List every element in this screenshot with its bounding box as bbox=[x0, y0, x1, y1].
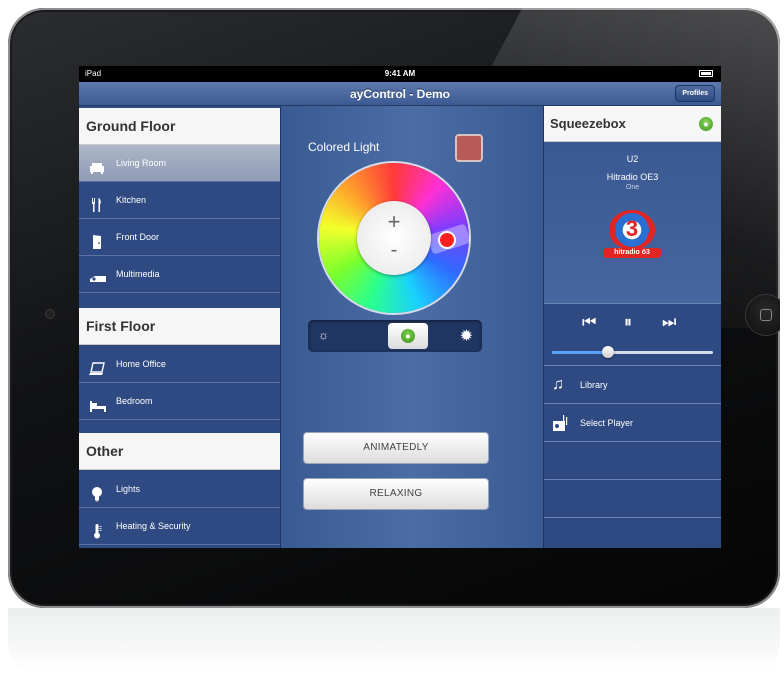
now-playing-artist: U2 bbox=[626, 154, 639, 164]
sidebar-item-multimedia[interactable]: Multimedia bbox=[79, 256, 280, 293]
brightness-minus-button[interactable]: - bbox=[357, 239, 431, 262]
room-sidebar: Ground Floor Living Room Kitchen Front D… bbox=[79, 106, 280, 548]
speaker-icon bbox=[552, 414, 570, 432]
door-icon bbox=[89, 229, 105, 249]
stage: iPad 9:41 AM ayControl - Demo Profiles G… bbox=[0, 0, 784, 682]
scene-button-animatedly[interactable]: ANIMATEDLY bbox=[303, 432, 489, 464]
app-title: ayControl - Demo bbox=[349, 87, 450, 101]
sidebar-item-home-office[interactable]: Home Office bbox=[79, 346, 280, 383]
bed-icon bbox=[89, 393, 106, 412]
power-green-icon: ● bbox=[401, 329, 415, 343]
screen: iPad 9:41 AM ayControl - Demo Profiles G… bbox=[79, 66, 721, 548]
sun-large-icon: ✹ bbox=[459, 328, 473, 345]
light-control-panel: Colored Light + - ☼ ● ✹ ANIMATEDLY RELAX… bbox=[280, 106, 544, 548]
station-logo-text: hitradio ö3 bbox=[603, 248, 661, 258]
color-swatch[interactable] bbox=[455, 134, 483, 162]
pause-icon[interactable]: ⏸ bbox=[624, 314, 632, 332]
empty-row bbox=[544, 480, 721, 518]
sidebar-item-label: Lights bbox=[116, 484, 141, 494]
sidebar-item-label: Multimedia bbox=[116, 269, 160, 279]
status-bar: iPad 9:41 AM bbox=[79, 66, 721, 82]
device-reflection bbox=[8, 608, 780, 682]
scene-button-relaxing[interactable]: RELAXING bbox=[303, 478, 489, 510]
player-item-label: Library bbox=[580, 380, 608, 390]
player-panel: Squeezebox ● U2 Hitradio OE3 One 3 hitra… bbox=[544, 106, 721, 548]
section-header-other: Other bbox=[79, 433, 280, 470]
section-header-ground-floor: Ground Floor bbox=[79, 108, 280, 145]
now-playing-subtitle: One bbox=[625, 184, 640, 191]
sidebar-item-label: Home Office bbox=[116, 359, 166, 369]
sidebar-item-kitchen[interactable]: Kitchen bbox=[79, 182, 280, 219]
brightness-plus-button[interactable]: + bbox=[357, 209, 431, 235]
transport-controls: ⏮ ⏸ ⏭ bbox=[544, 304, 721, 366]
sidebar-item-label: Living Room bbox=[116, 158, 167, 168]
empty-row bbox=[544, 442, 721, 480]
player-power-icon[interactable]: ● bbox=[699, 117, 713, 131]
navigation-bar: ayControl - Demo Profiles bbox=[79, 82, 721, 106]
volume-fill bbox=[552, 351, 608, 354]
previous-track-icon[interactable]: ⏮ bbox=[582, 314, 596, 332]
sidebar-item-front-door[interactable]: Front Door bbox=[79, 219, 280, 256]
station-logo-three: 3 bbox=[625, 216, 639, 241]
next-track-icon[interactable]: ⏭ bbox=[662, 314, 676, 332]
now-playing-station: Hitradio OE3 bbox=[606, 172, 659, 182]
player-item-label: Select Player bbox=[580, 418, 634, 428]
sidebar-item-label: Front Door bbox=[116, 232, 160, 242]
lightbulb-icon bbox=[89, 481, 105, 502]
sidebar-item-label: Kitchen bbox=[116, 195, 147, 205]
color-wheel[interactable]: + - bbox=[319, 163, 472, 313]
station-logo: 3 hitradio ö3 bbox=[603, 210, 661, 258]
thermometer-icon bbox=[89, 518, 105, 539]
music-note-icon: ♫ bbox=[552, 376, 564, 393]
sidebar-item-living-room[interactable]: Living Room bbox=[79, 145, 280, 182]
player-header: Squeezebox ● bbox=[544, 106, 721, 142]
volume-knob[interactable] bbox=[602, 346, 614, 358]
sidebar-item-label: Heating & Security bbox=[116, 521, 191, 531]
now-playing: U2 Hitradio OE3 One 3 hitradio ö3 bbox=[544, 142, 721, 304]
brightness-slider-thumb[interactable]: ● bbox=[388, 323, 428, 349]
section-header-first-floor: First Floor bbox=[79, 308, 280, 345]
home-square-icon bbox=[760, 309, 772, 321]
sidebar-item-label: Bedroom bbox=[116, 396, 153, 406]
projector-icon bbox=[89, 266, 106, 282]
sun-small-icon: ☼ bbox=[318, 328, 329, 342]
player-title: Squeezebox bbox=[550, 116, 626, 131]
sofa-icon bbox=[89, 155, 105, 174]
sidebar-item-lights[interactable]: Lights bbox=[79, 471, 280, 508]
colored-light-label: Colored Light bbox=[308, 140, 380, 154]
player-item-select-player[interactable]: Select Player bbox=[544, 404, 721, 442]
color-wheel-center: + - bbox=[357, 201, 431, 275]
home-button[interactable] bbox=[746, 295, 780, 335]
color-wheel-knob[interactable] bbox=[440, 233, 454, 247]
laptop-icon bbox=[89, 356, 105, 375]
status-time: 9:41 AM bbox=[384, 69, 416, 78]
sidebar-item-bedroom[interactable]: Bedroom bbox=[79, 383, 280, 420]
brightness-slider[interactable]: ☼ ● ✹ bbox=[308, 320, 482, 352]
camera-icon bbox=[46, 310, 54, 318]
player-item-library[interactable]: ♫ Library bbox=[544, 366, 721, 404]
profiles-button[interactable]: Profiles bbox=[675, 85, 715, 102]
battery-icon bbox=[699, 70, 713, 77]
fork-knife-icon bbox=[89, 192, 105, 212]
sidebar-item-heating-security[interactable]: Heating & Security bbox=[79, 508, 280, 545]
